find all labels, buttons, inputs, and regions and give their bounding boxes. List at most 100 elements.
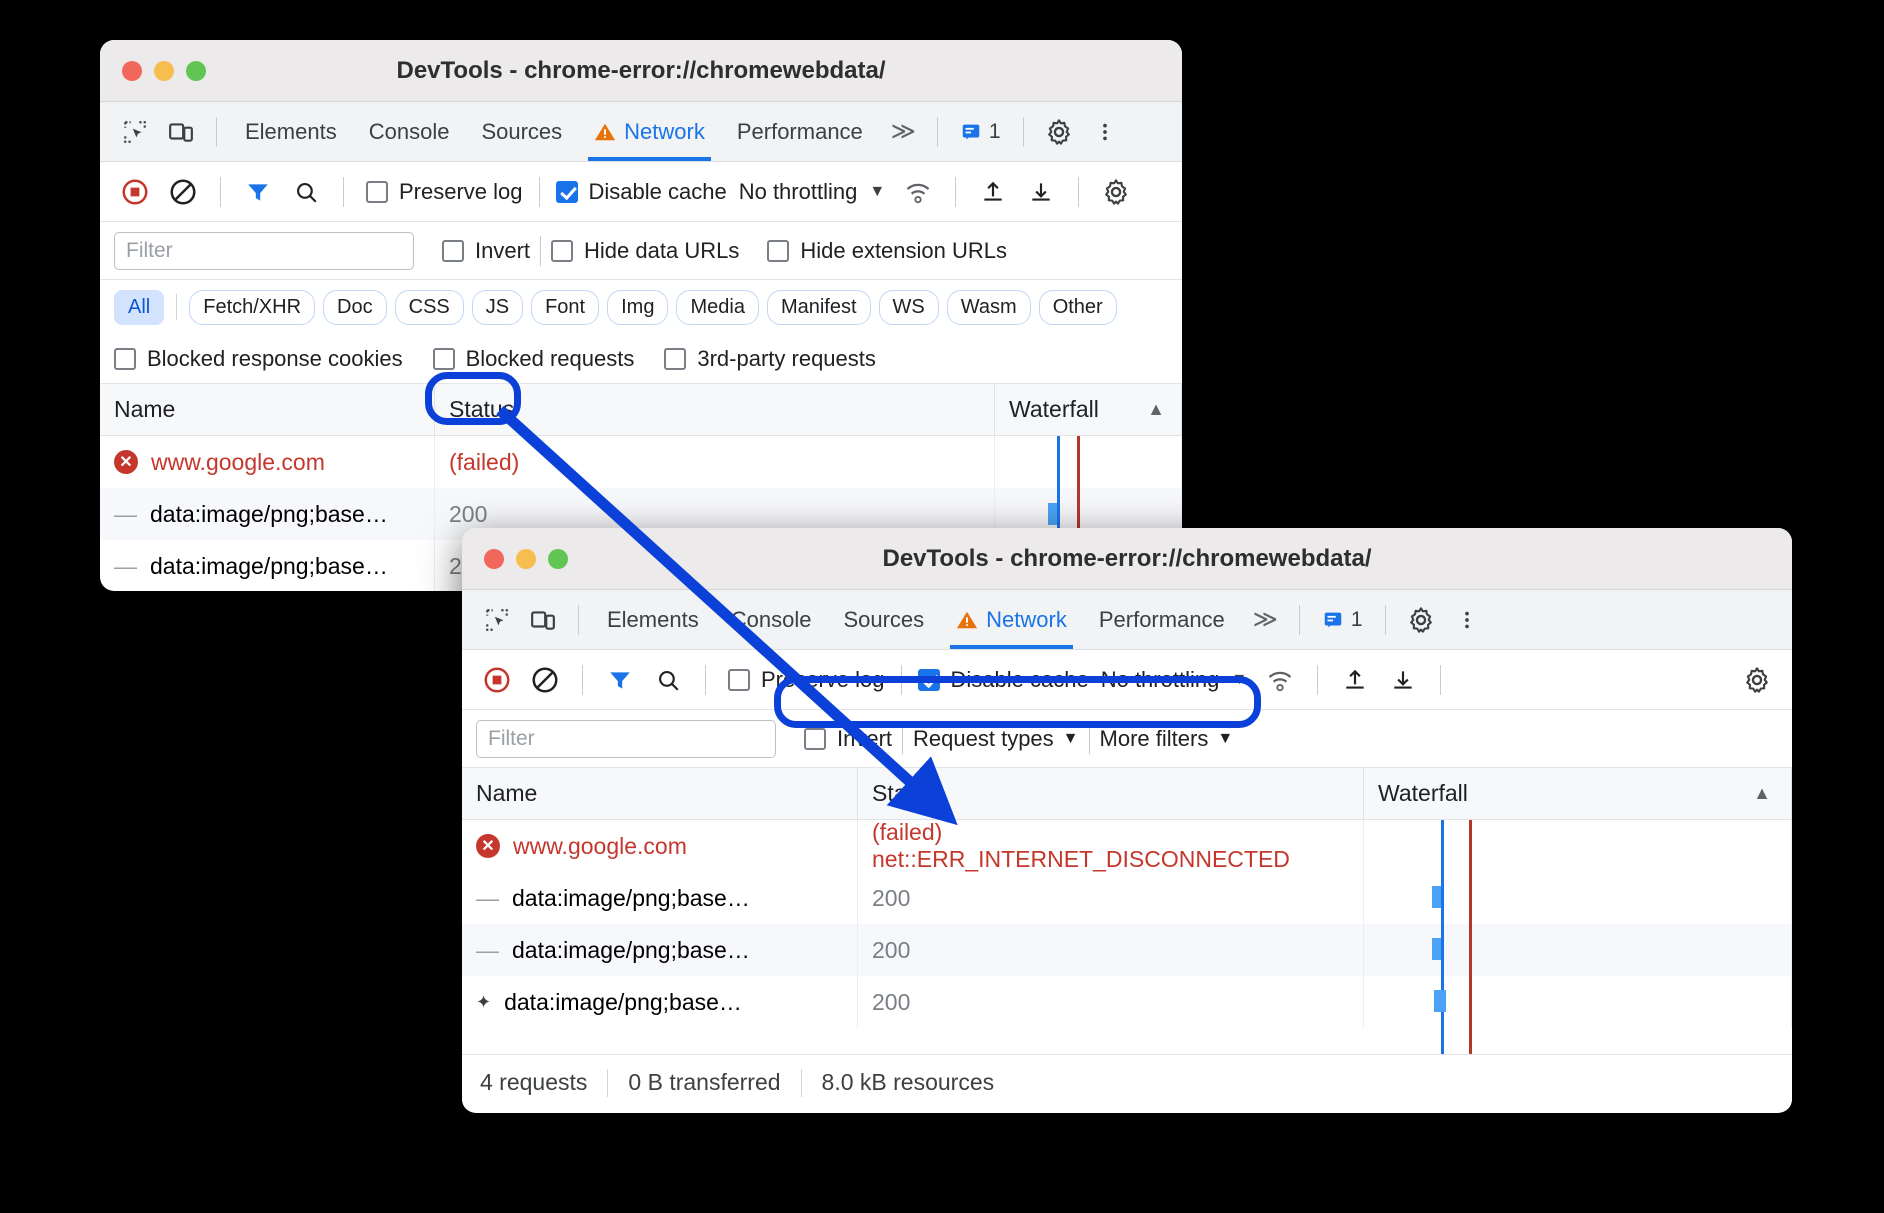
chip-js[interactable]: JS — [472, 290, 523, 325]
tab-label: Sources — [843, 607, 924, 633]
chip-fetch-xhr[interactable]: Fetch/XHR — [189, 290, 315, 325]
filter-input[interactable] — [476, 720, 776, 758]
record-stop-icon[interactable] — [476, 659, 518, 701]
network-conditions-icon[interactable] — [1259, 659, 1301, 701]
throttling-select[interactable]: No throttling — [733, 179, 858, 205]
devtools-window-front[interactable]: DevTools - chrome-error://chromewebdata/… — [462, 528, 1792, 1113]
window-controls-back[interactable] — [100, 61, 206, 81]
divider — [1440, 665, 1441, 695]
search-icon[interactable] — [647, 659, 689, 701]
more-tabs-icon[interactable]: ≫ — [1243, 605, 1285, 634]
column-header-waterfall[interactable]: Waterfall ▲ — [1364, 768, 1792, 819]
chip-all[interactable]: All — [114, 290, 164, 325]
more-options-icon[interactable] — [1084, 111, 1126, 153]
tab-performance[interactable]: Performance — [1085, 591, 1239, 649]
more-tabs-icon[interactable]: ≫ — [881, 117, 923, 146]
cell-status: 200 — [858, 924, 1364, 976]
chevron-down-icon[interactable]: ▼ — [863, 183, 891, 201]
preserve-log-checkbox[interactable]: Preserve log — [728, 667, 885, 693]
clear-icon[interactable] — [162, 171, 204, 213]
divider — [705, 665, 706, 695]
throttling-select[interactable]: No throttling — [1095, 667, 1220, 693]
tab-console[interactable]: Console — [355, 103, 464, 161]
maximize-button[interactable] — [186, 61, 206, 81]
chip-manifest[interactable]: Manifest — [767, 290, 871, 325]
chip-media[interactable]: Media — [676, 290, 758, 325]
chip-css[interactable]: CSS — [395, 290, 464, 325]
titlebar-back: DevTools - chrome-error://chromewebdata/ — [100, 40, 1182, 102]
network-conditions-icon[interactable] — [897, 171, 939, 213]
invert-checkbox[interactable]: Invert — [804, 726, 892, 752]
tab-elements[interactable]: Elements — [231, 103, 351, 161]
devtools-window-back[interactable]: DevTools - chrome-error://chromewebdata/… — [100, 40, 1182, 591]
request-name: data:image/png;base… — [512, 885, 750, 912]
third-party-requests-checkbox[interactable]: 3rd-party requests — [664, 346, 876, 372]
chevron-down-icon[interactable]: ▼ — [1225, 671, 1253, 689]
warning-icon — [594, 121, 616, 143]
import-har-icon[interactable] — [1334, 659, 1376, 701]
console-messages-badge[interactable]: 1 — [952, 120, 1009, 144]
close-button[interactable] — [122, 61, 142, 81]
minimize-button[interactable] — [516, 549, 536, 569]
tab-network[interactable]: Network — [580, 103, 719, 161]
invert-label: Invert — [837, 726, 892, 752]
chip-ws[interactable]: WS — [879, 290, 939, 325]
tab-sources[interactable]: Sources — [829, 591, 938, 649]
hide-extension-urls-checkbox[interactable]: Hide extension URLs — [767, 238, 1007, 264]
export-har-icon[interactable] — [1020, 171, 1062, 213]
invert-checkbox[interactable]: Invert — [442, 238, 530, 264]
clear-icon[interactable] — [524, 659, 566, 701]
disable-cache-checkbox[interactable]: Disable cache — [556, 179, 727, 205]
resource-type-chips: All Fetch/XHR Doc CSS JS Font Img Media … — [100, 280, 1182, 334]
device-toolbar-icon[interactable] — [160, 111, 202, 153]
maximize-button[interactable] — [548, 549, 568, 569]
waterfall-bar — [1434, 990, 1446, 1012]
column-header-name[interactable]: Name — [462, 768, 858, 819]
record-stop-icon[interactable] — [114, 171, 156, 213]
minimize-button[interactable] — [154, 61, 174, 81]
device-toolbar-icon[interactable] — [522, 599, 564, 641]
chip-img[interactable]: Img — [607, 290, 668, 325]
filter-funnel-icon[interactable] — [599, 659, 641, 701]
chip-other[interactable]: Other — [1039, 290, 1117, 325]
disable-cache-checkbox[interactable]: Disable cache — [918, 667, 1089, 693]
hide-data-urls-checkbox[interactable]: Hide data URLs — [551, 238, 739, 264]
generic-file-icon: — — [114, 501, 137, 528]
column-header-waterfall[interactable]: Waterfall ▲ — [995, 384, 1182, 435]
window-controls-front[interactable] — [462, 549, 568, 569]
inspect-element-icon[interactable] — [476, 599, 518, 641]
network-settings-gear-icon[interactable] — [1095, 171, 1137, 213]
tab-network[interactable]: Network — [942, 591, 1081, 649]
tab-console[interactable]: Console — [717, 591, 826, 649]
preserve-log-checkbox[interactable]: Preserve log — [366, 179, 523, 205]
divider — [937, 117, 938, 147]
column-header-name[interactable]: Name — [100, 384, 435, 435]
column-header-status[interactable]: Status — [435, 384, 995, 435]
settings-gear-icon[interactable] — [1038, 111, 1080, 153]
request-name: data:image/png;base… — [150, 553, 388, 580]
chip-doc[interactable]: Doc — [323, 290, 387, 325]
error-icon: ✕ — [114, 450, 138, 474]
chip-font[interactable]: Font — [531, 290, 599, 325]
divider — [539, 177, 540, 207]
blocked-response-cookies-checkbox[interactable]: Blocked response cookies — [114, 346, 403, 372]
filter-funnel-icon[interactable] — [237, 171, 279, 213]
console-messages-badge[interactable]: 1 — [1314, 608, 1371, 632]
blocked-requests-checkbox[interactable]: Blocked requests — [433, 346, 635, 372]
request-types-dropdown[interactable]: Request types ▼ — [913, 726, 1078, 752]
tab-performance[interactable]: Performance — [723, 103, 877, 161]
tab-elements[interactable]: Elements — [593, 591, 713, 649]
network-settings-gear-icon[interactable] — [1736, 659, 1778, 701]
inspect-element-icon[interactable] — [114, 111, 156, 153]
close-button[interactable] — [484, 549, 504, 569]
chip-wasm[interactable]: Wasm — [947, 290, 1031, 325]
settings-gear-icon[interactable] — [1400, 599, 1442, 641]
more-filters-dropdown[interactable]: More filters ▼ — [1100, 726, 1234, 752]
column-header-status[interactable]: Status — [858, 768, 1364, 819]
filter-input[interactable] — [114, 232, 414, 270]
tab-sources[interactable]: Sources — [467, 103, 576, 161]
search-icon[interactable] — [285, 171, 327, 213]
import-har-icon[interactable] — [972, 171, 1014, 213]
more-options-icon[interactable] — [1446, 599, 1488, 641]
export-har-icon[interactable] — [1382, 659, 1424, 701]
